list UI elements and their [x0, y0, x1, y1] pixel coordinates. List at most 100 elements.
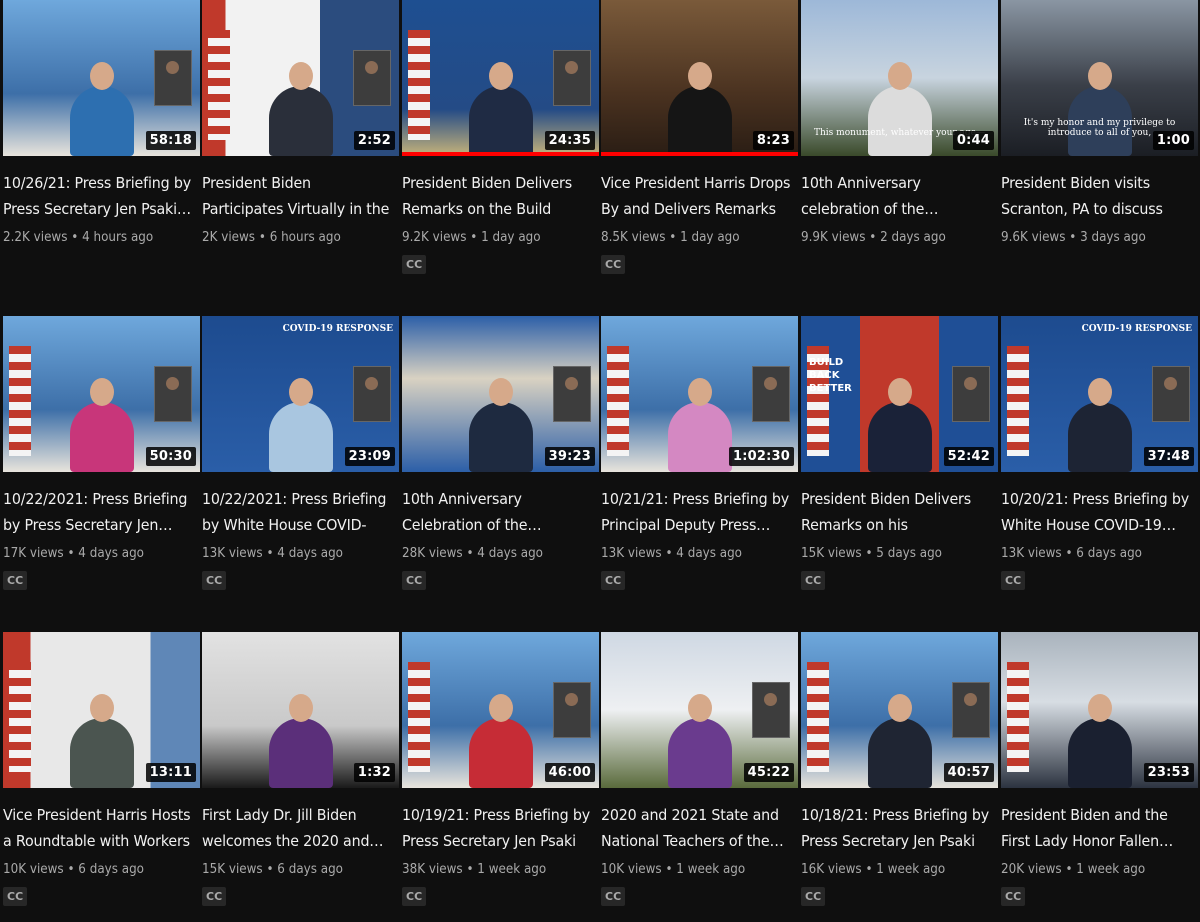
- video-thumbnail[interactable]: 40:57: [801, 632, 998, 788]
- speaker-figure: [1067, 718, 1132, 788]
- meta-separator: •: [861, 862, 877, 877]
- video-thumbnail[interactable]: This monument, whatever your age— 0:44: [801, 0, 998, 156]
- view-count: 9.2K views: [402, 230, 467, 245]
- video-card[interactable]: This monument, whatever your age— 0:44 10t…: [801, 0, 998, 245]
- video-card[interactable]: 1:02:30 10/21/21: Press Briefing by Princ…: [601, 316, 798, 590]
- upload-age: 4 hours ago: [82, 230, 154, 245]
- video-title[interactable]: 10th Anniversary Celebration of the…: [402, 486, 595, 538]
- video-thumbnail[interactable]: 45:22: [601, 632, 798, 788]
- video-duration: 0:44: [952, 131, 994, 150]
- video-title[interactable]: 2020 and 2021 State and National Teacher…: [601, 802, 794, 854]
- video-thumbnail[interactable]: 13:11: [3, 632, 200, 788]
- video-thumbnail[interactable]: 23:53: [1001, 632, 1198, 788]
- sign-language-interpreter: [553, 50, 591, 106]
- sign-language-interpreter: [952, 366, 990, 422]
- video-metadata: 9.9K views • 2 days ago: [801, 230, 999, 245]
- view-count: 38K views: [402, 862, 463, 877]
- video-card[interactable]: 13:11 Vice President Harris Hosts a Round…: [3, 632, 200, 906]
- video-title[interactable]: President Biden Delivers Remarks on the …: [402, 170, 595, 222]
- video-title[interactable]: Vice President Harris Drops By and Deliv…: [601, 170, 794, 222]
- video-title[interactable]: First Lady Dr. Jill Biden welcomes the 2…: [202, 802, 395, 854]
- video-card[interactable]: 45:22 2020 and 2021 State and National Te…: [601, 632, 798, 906]
- video-metadata: 9.2K views • 1 day ago: [402, 230, 600, 245]
- video-title[interactable]: Vice President Harris Hosts a Roundtable…: [3, 802, 196, 854]
- upload-age: 1 week ago: [477, 862, 547, 877]
- flag-graphic: [408, 662, 430, 772]
- video-title[interactable]: 10/21/21: Press Briefing by Principal De…: [601, 486, 794, 538]
- video-thumbnail[interactable]: 58:18: [3, 0, 200, 156]
- video-card[interactable]: 1:32 First Lady Dr. Jill Biden welcomes t…: [202, 632, 399, 906]
- video-card[interactable]: 2:52 President Biden Participates Virtual…: [202, 0, 399, 245]
- video-card[interactable]: It's my honor and my privilege to introd…: [1001, 0, 1198, 245]
- video-thumbnail[interactable]: 39:23: [402, 316, 599, 472]
- closed-captions-badge: CC: [202, 887, 227, 906]
- video-title[interactable]: 10/22/2021: Press Briefing by Press Secr…: [3, 486, 196, 538]
- video-duration: 45:22: [743, 763, 794, 782]
- video-duration: 1:02:30: [728, 447, 794, 466]
- video-grid: 58:18 10/26/21: Press Briefing by Press S…: [0, 0, 1200, 922]
- speaker-figure: [468, 718, 533, 788]
- flag-graphic: [607, 346, 629, 456]
- video-title[interactable]: President Biden Participates Virtually i…: [202, 170, 395, 222]
- closed-captions-badge: CC: [402, 255, 427, 274]
- video-title[interactable]: 10/19/21: Press Briefing by Press Secret…: [402, 802, 595, 854]
- video-card[interactable]: 39:23 10th Anniversary Celebration of the…: [402, 316, 599, 590]
- video-metadata: 13K views • 6 days ago: [1001, 546, 1199, 561]
- video-thumbnail[interactable]: 8:23: [601, 0, 798, 156]
- meta-separator: •: [63, 862, 79, 877]
- video-card[interactable]: 40:57 10/18/21: Press Briefing by Press S…: [801, 632, 998, 906]
- upload-age: 4 days ago: [277, 546, 344, 561]
- video-title[interactable]: 10th Anniversary celebration of the…: [801, 170, 994, 222]
- video-duration: 23:53: [1143, 763, 1194, 782]
- sign-language-interpreter: [353, 366, 391, 422]
- video-title[interactable]: 10/22/2021: Press Briefing by White Hous…: [202, 486, 395, 538]
- view-count: 10K views: [601, 862, 662, 877]
- video-title[interactable]: President Biden Delivers Remarks on his …: [801, 486, 994, 538]
- view-count: 15K views: [801, 546, 862, 561]
- meta-separator: •: [462, 862, 478, 877]
- speaker-head: [1087, 378, 1112, 406]
- video-thumbnail[interactable]: 1:32: [202, 632, 399, 788]
- video-card[interactable]: 8:23 Vice President Harris Drops By and D…: [601, 0, 798, 274]
- video-title[interactable]: President Biden visits Scranton, PA to d…: [1001, 170, 1194, 222]
- video-thumbnail[interactable]: 46:00: [402, 632, 599, 788]
- upload-age: 6 days ago: [1076, 546, 1143, 561]
- video-title[interactable]: 10/18/21: Press Briefing by Press Secret…: [801, 802, 994, 854]
- closed-captions-badge: CC: [1001, 571, 1026, 590]
- sign-language-interpreter: [154, 366, 192, 422]
- view-count: 16K views: [801, 862, 862, 877]
- video-thumbnail[interactable]: BUILD BACK BETTER 52:42: [801, 316, 998, 472]
- video-title[interactable]: 10/20/21: Press Briefing by White House …: [1001, 486, 1194, 538]
- video-duration: 50:30: [145, 447, 196, 466]
- closed-captions-badge: CC: [601, 887, 626, 906]
- thumbnail-tag: COVID-19 RESPONSE: [1081, 324, 1192, 334]
- video-card[interactable]: COVID-19 RESPONSE 37:48 10/20/21: Press Br…: [1001, 316, 1198, 590]
- video-thumbnail[interactable]: 50:30: [3, 316, 200, 472]
- video-card[interactable]: 46:00 10/19/21: Press Briefing by Press S…: [402, 632, 599, 906]
- video-card[interactable]: COVID-19 RESPONSE 23:09 10/22/2021: Press …: [202, 316, 399, 590]
- speaker-head: [488, 62, 513, 90]
- view-count: 9.6K views: [1001, 230, 1066, 245]
- video-thumbnail[interactable]: 24:35: [402, 0, 599, 156]
- video-duration: 37:48: [1143, 447, 1194, 466]
- closed-captions-badge: CC: [801, 887, 826, 906]
- video-card[interactable]: 24:35 President Biden Delivers Remarks on…: [402, 0, 599, 274]
- video-card[interactable]: BUILD BACK BETTER 52:42 President Biden De…: [801, 316, 998, 590]
- video-card[interactable]: 50:30 10/22/2021: Press Briefing by Press…: [3, 316, 200, 590]
- speaker-figure: [667, 402, 732, 472]
- video-card[interactable]: 58:18 10/26/21: Press Briefing by Press S…: [3, 0, 200, 245]
- video-card[interactable]: 23:53 President Biden and the First Lady …: [1001, 632, 1198, 906]
- speaker-head: [1087, 62, 1112, 90]
- video-thumbnail[interactable]: 1:02:30: [601, 316, 798, 472]
- video-thumbnail[interactable]: It's my honor and my privilege to introd…: [1001, 0, 1198, 156]
- video-title[interactable]: 10/26/21: Press Briefing by Press Secret…: [3, 170, 196, 222]
- video-duration: 24:35: [544, 131, 595, 150]
- meta-separator: •: [67, 230, 83, 245]
- speaker-head: [887, 694, 912, 722]
- video-thumbnail[interactable]: COVID-19 RESPONSE 37:48: [1001, 316, 1198, 472]
- upload-age: 5 days ago: [876, 546, 943, 561]
- video-thumbnail[interactable]: COVID-19 RESPONSE 23:09: [202, 316, 399, 472]
- video-title[interactable]: President Biden and the First Lady Honor…: [1001, 802, 1194, 854]
- view-count: 10K views: [3, 862, 64, 877]
- video-thumbnail[interactable]: 2:52: [202, 0, 399, 156]
